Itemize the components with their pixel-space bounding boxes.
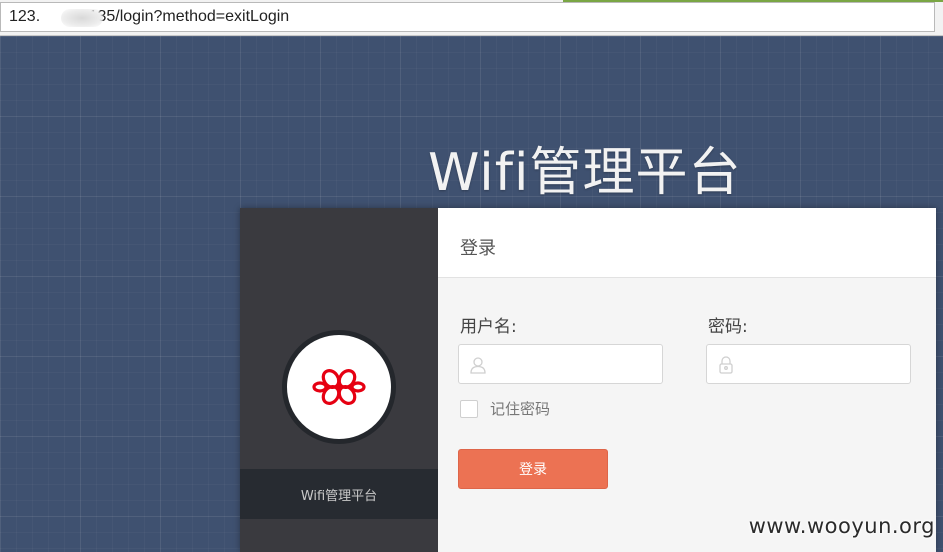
url-suffix: .135/login?method=exitLogin — [84, 8, 290, 25]
remember-password-row: 记住密码 — [460, 398, 550, 419]
page-title: Wifi管理平台 — [428, 143, 742, 203]
brand-caption: Wifi管理平台 — [240, 469, 438, 519]
password-label: 密码: — [708, 317, 748, 337]
china-unicom-knot-icon — [312, 369, 366, 405]
url-text: 123. .135/login?method=exitLogin — [9, 8, 289, 26]
password-input[interactable] — [741, 349, 905, 381]
login-form-panel: 登录 用户名: 密码: 记住密码 登录 — [438, 208, 936, 552]
redacted-ip-blur — [61, 9, 103, 27]
panel-header: 登录 — [438, 208, 936, 278]
watermark: www.wooyun.org — [748, 514, 935, 538]
remember-label: 记住密码 — [490, 400, 551, 418]
logo-circle — [282, 330, 396, 444]
login-card: Wifi管理平台 登录 用户名: 密码: 记住密码 登录 — [240, 208, 936, 552]
login-button[interactable]: 登录 — [458, 449, 608, 489]
brand-panel: Wifi管理平台 — [240, 208, 438, 552]
panel-title: 登录 — [460, 238, 496, 259]
password-field[interactable] — [706, 344, 911, 384]
user-icon — [470, 357, 486, 374]
browser-address-bar: 123. .135/login?method=exitLogin — [0, 0, 943, 36]
username-field[interactable] — [458, 344, 663, 384]
remember-checkbox[interactable] — [460, 399, 478, 418]
url-prefix: 123. — [9, 8, 41, 25]
username-label: 用户名: — [460, 317, 517, 337]
lock-icon — [719, 356, 733, 374]
username-input[interactable] — [493, 349, 657, 381]
url-input[interactable]: 123. .135/login?method=exitLogin — [0, 2, 935, 32]
